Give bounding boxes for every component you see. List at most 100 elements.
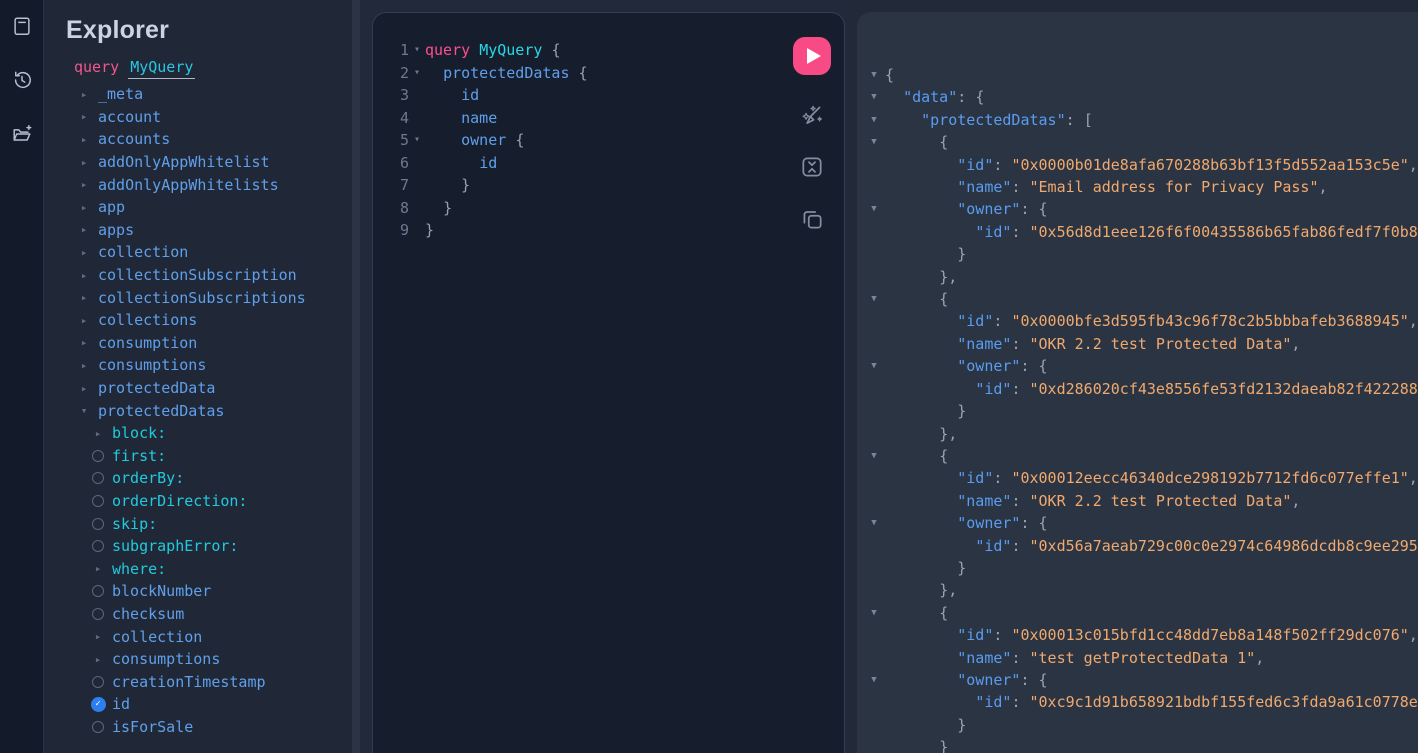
checkbox-icon[interactable] bbox=[90, 493, 106, 509]
json-fold-icon[interactable]: ▼ bbox=[863, 355, 885, 377]
explorer-item-collectionSubscriptions[interactable]: ▸collectionSubscriptions bbox=[66, 286, 352, 309]
checkbox-icon[interactable] bbox=[90, 470, 106, 486]
expand-icon[interactable]: ▸ bbox=[76, 154, 92, 170]
editor-line[interactable]: 1▾query MyQuery { bbox=[379, 39, 772, 62]
editor-line[interactable]: 5▾ owner { bbox=[379, 129, 772, 152]
explorer-item-subgraphError[interactable]: subgraphError: bbox=[66, 535, 352, 558]
docs-button[interactable] bbox=[9, 13, 35, 39]
explorer-item-orderBy[interactable]: orderBy: bbox=[66, 467, 352, 490]
expand-icon[interactable]: ▸ bbox=[76, 335, 92, 351]
expand-icon[interactable]: ▸ bbox=[90, 651, 106, 667]
response-line: "id": "0x56d8d1eee126f6f00435586b65fab86… bbox=[863, 221, 1418, 243]
expand-icon[interactable]: ▸ bbox=[90, 561, 106, 577]
expand-icon[interactable]: ▸ bbox=[76, 267, 92, 283]
response-line: "id": "0x0000bfe3d595fb43c96f78c2b5bbbaf… bbox=[863, 310, 1418, 332]
checkbox-icon[interactable] bbox=[90, 583, 106, 599]
fold-icon[interactable]: ▾ bbox=[409, 129, 425, 152]
explorer-item-consumptions[interactable]: ▸consumptions bbox=[66, 354, 352, 377]
prettify-button[interactable] bbox=[796, 99, 828, 134]
explorer-item-consumptions[interactable]: ▸consumptions bbox=[66, 648, 352, 671]
checkbox-checked-icon[interactable]: ✓ bbox=[90, 696, 106, 712]
explorer-item-accounts[interactable]: ▸accounts bbox=[66, 128, 352, 151]
explorer-item-blockNumber[interactable]: blockNumber bbox=[66, 580, 352, 603]
expand-icon[interactable]: ▸ bbox=[76, 290, 92, 306]
editor-line[interactable]: 7 } bbox=[379, 174, 772, 197]
explorer-item-account[interactable]: ▸account bbox=[66, 106, 352, 129]
checkbox-icon[interactable] bbox=[90, 606, 106, 622]
resize-handle[interactable] bbox=[352, 0, 360, 753]
explorer-item-collections[interactable]: ▸collections bbox=[66, 309, 352, 332]
response-line: ▼ "owner": { bbox=[863, 669, 1418, 691]
response-line-text: "name": "OKR 2.2 test Protected Data", bbox=[885, 333, 1300, 355]
explorer-item-app[interactable]: ▸app bbox=[66, 196, 352, 219]
explorer-item-collectionSubscription[interactable]: ▸collectionSubscription bbox=[66, 264, 352, 287]
json-fold-icon[interactable]: ▼ bbox=[863, 445, 885, 467]
explorer-item-where[interactable]: ▸where: bbox=[66, 557, 352, 580]
open-collection-button[interactable] bbox=[9, 121, 35, 147]
expand-icon[interactable]: ▸ bbox=[76, 312, 92, 328]
expand-icon[interactable]: ▸ bbox=[76, 357, 92, 373]
expand-icon[interactable]: ▸ bbox=[76, 109, 92, 125]
checkbox-icon[interactable] bbox=[90, 516, 106, 532]
expand-icon[interactable]: ▸ bbox=[76, 199, 92, 215]
explorer-item-addOnlyAppWhitelists[interactable]: ▸addOnlyAppWhitelists bbox=[66, 173, 352, 196]
collapse-icon[interactable]: ▾ bbox=[76, 403, 92, 419]
copy-button[interactable] bbox=[796, 203, 828, 238]
json-fold-icon[interactable]: ▼ bbox=[863, 512, 885, 534]
history-button[interactable] bbox=[9, 67, 35, 93]
checkbox-icon[interactable] bbox=[90, 538, 106, 554]
checkbox-icon[interactable] bbox=[90, 448, 106, 464]
json-fold-icon[interactable]: ▼ bbox=[863, 602, 885, 624]
expand-icon[interactable]: ▸ bbox=[76, 131, 92, 147]
expand-icon[interactable]: ▸ bbox=[76, 86, 92, 102]
explorer-item-_meta[interactable]: ▸_meta bbox=[66, 83, 352, 106]
line-number: 9 bbox=[379, 219, 409, 242]
json-fold-icon[interactable]: ▼ bbox=[863, 109, 885, 131]
operation-name-input[interactable]: MyQuery bbox=[128, 58, 195, 79]
explorer-item-protectedDatas[interactable]: ▾protectedDatas bbox=[66, 399, 352, 422]
plugin-sidebar bbox=[0, 0, 44, 753]
fold-spacer bbox=[409, 152, 425, 175]
explorer-item-block[interactable]: ▸block: bbox=[66, 422, 352, 445]
explorer-item-collection[interactable]: ▸collection bbox=[66, 625, 352, 648]
json-fold-icon[interactable]: ▼ bbox=[863, 198, 885, 220]
json-fold-icon[interactable]: ▼ bbox=[863, 669, 885, 691]
editor-line[interactable]: 4 name bbox=[379, 107, 772, 130]
expand-icon[interactable]: ▸ bbox=[76, 177, 92, 193]
execute-button[interactable] bbox=[793, 37, 831, 75]
explorer-item-protectedData[interactable]: ▸protectedData bbox=[66, 377, 352, 400]
response-line-text: { bbox=[885, 445, 948, 467]
json-fold-icon[interactable]: ▼ bbox=[863, 64, 885, 86]
explorer-item-checksum[interactable]: checksum bbox=[66, 603, 352, 626]
editor-line[interactable]: 8 } bbox=[379, 197, 772, 220]
editor-line[interactable]: 3 id bbox=[379, 84, 772, 107]
explorer-item-isForSale[interactable]: isForSale bbox=[66, 716, 352, 739]
checkbox-icon[interactable] bbox=[90, 674, 106, 690]
merge-button[interactable] bbox=[796, 151, 828, 186]
json-fold-icon[interactable]: ▼ bbox=[863, 288, 885, 310]
expand-icon[interactable]: ▸ bbox=[76, 244, 92, 260]
expand-icon[interactable]: ▸ bbox=[76, 222, 92, 238]
explorer-item-collection[interactable]: ▸collection bbox=[66, 241, 352, 264]
query-editor-code[interactable]: 1▾query MyQuery {2▾ protectedDatas {3 id… bbox=[379, 39, 772, 749]
expand-icon[interactable]: ▸ bbox=[90, 425, 106, 441]
editor-line[interactable]: 2▾ protectedDatas { bbox=[379, 62, 772, 85]
checkbox-icon[interactable] bbox=[90, 719, 106, 735]
explorer-item-id[interactable]: ✓id bbox=[66, 693, 352, 716]
explorer-item-skip[interactable]: skip: bbox=[66, 512, 352, 535]
explorer-item-apps[interactable]: ▸apps bbox=[66, 219, 352, 242]
editor-line[interactable]: 9} bbox=[379, 219, 772, 242]
json-fold-icon[interactable]: ▼ bbox=[863, 131, 885, 153]
explorer-item-creationTimestamp[interactable]: creationTimestamp bbox=[66, 670, 352, 693]
fold-icon[interactable]: ▾ bbox=[409, 62, 425, 85]
fold-icon[interactable]: ▾ bbox=[409, 39, 425, 62]
expand-icon[interactable]: ▸ bbox=[76, 380, 92, 396]
json-fold-icon[interactable]: ▼ bbox=[863, 86, 885, 108]
response-line-text: "name": "test getProtectedData 1", bbox=[885, 647, 1264, 669]
explorer-item-first[interactable]: first: bbox=[66, 445, 352, 468]
explorer-item-consumption[interactable]: ▸consumption bbox=[66, 332, 352, 355]
explorer-item-addOnlyAppWhitelist[interactable]: ▸addOnlyAppWhitelist bbox=[66, 151, 352, 174]
expand-icon[interactable]: ▸ bbox=[90, 629, 106, 645]
editor-line[interactable]: 6 id bbox=[379, 152, 772, 175]
explorer-item-orderDirection[interactable]: orderDirection: bbox=[66, 490, 352, 513]
